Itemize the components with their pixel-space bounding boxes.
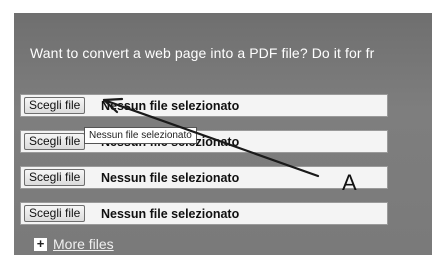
headline-text: Want to convert a web page into a PDF fi… — [30, 45, 375, 61]
file-status-4: Nessun file selezionato — [101, 207, 240, 221]
more-files-link[interactable]: More files — [53, 236, 114, 252]
choose-file-button-2[interactable]: Scegli file — [24, 133, 86, 150]
choose-file-button-4[interactable]: Scegli file — [24, 205, 86, 222]
choose-file-button-1[interactable]: Scegli file — [24, 97, 86, 114]
file-input-row-3[interactable]: Scegli file Nessun file selezionato — [20, 166, 388, 189]
file-status-1: Nessun file selezionato — [101, 99, 240, 113]
file-input-row-2[interactable]: Scegli file Nessun file selezionato — [20, 130, 388, 153]
file-input-row-1[interactable]: Scegli file Nessun file selezionato — [20, 94, 388, 117]
file-status-tooltip: Nessun file selezionato — [84, 127, 197, 144]
annotation-label: A — [342, 170, 357, 195]
more-files-control[interactable]: + More files — [34, 236, 114, 252]
choose-file-button-3[interactable]: Scegli file — [24, 169, 86, 186]
file-input-row-4[interactable]: Scegli file Nessun file selezionato — [20, 202, 388, 225]
file-status-3: Nessun file selezionato — [101, 171, 240, 185]
plus-icon[interactable]: + — [34, 237, 47, 251]
